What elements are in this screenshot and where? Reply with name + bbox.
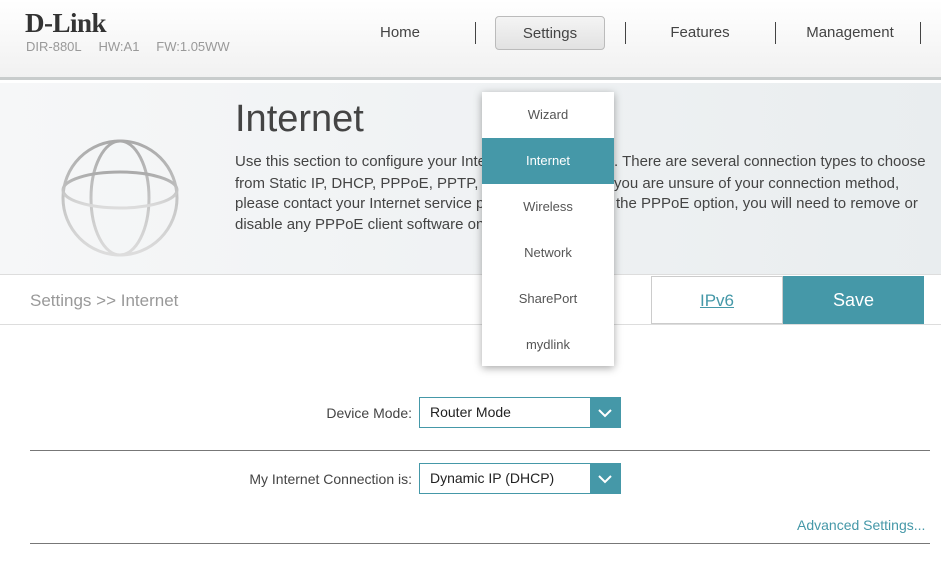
nav-features[interactable]: Features [650, 16, 750, 50]
divider [30, 450, 930, 451]
page-title: Internet [235, 98, 364, 140]
description-text: Use this section to configure your Inter [235, 153, 491, 170]
globe-icon [61, 139, 179, 257]
ipv6-link[interactable]: IPv6 [651, 276, 783, 324]
device-mode-label: Device Mode: [326, 405, 412, 421]
nav-home[interactable]: Home [350, 16, 450, 50]
nav-settings[interactable]: Settings [495, 16, 605, 50]
device-mode-value: Router Mode [430, 404, 511, 420]
description-text: the PPPoE option, you will need to remov… [616, 195, 918, 212]
description-text: . There are several connection types to … [614, 153, 926, 170]
connection-label: My Internet Connection is: [249, 471, 412, 487]
chevron-down-icon[interactable] [590, 398, 620, 427]
menu-item-internet[interactable]: Internet [482, 138, 614, 184]
save-button[interactable]: Save [783, 276, 924, 324]
settings-dropdown-menu: Wizard Internet Wireless Network SharePo… [482, 92, 614, 366]
chevron-down-icon[interactable] [590, 464, 620, 493]
description-text: please contact your Internet service pr [235, 195, 490, 212]
fw-version: FW:1.05WW [156, 39, 230, 54]
nav-divider [775, 22, 776, 44]
advanced-settings-link[interactable]: Advanced Settings... [797, 517, 925, 533]
menu-item-wireless[interactable]: Wireless [482, 184, 614, 230]
model: DIR-880L [26, 39, 82, 54]
hw-version: HW:A1 [98, 39, 140, 54]
nav-management[interactable]: Management [790, 16, 910, 50]
header: D-Link DIR-880L HW:A1 FW:1.05WW Home Set… [0, 0, 941, 80]
description-text: from Static IP, DHCP, PPPoE, PPTP, L [235, 175, 491, 192]
connection-type-value: Dynamic IP (DHCP) [430, 470, 555, 486]
breadcrumb: Settings >> Internet [30, 291, 179, 310]
nav-divider [625, 22, 626, 44]
device-mode-select[interactable]: Router Mode [419, 397, 621, 428]
menu-item-wizard[interactable]: Wizard [482, 92, 614, 138]
menu-item-mydlink[interactable]: mydlink [482, 322, 614, 368]
menu-item-network[interactable]: Network [482, 230, 614, 276]
device-info: DIR-880L HW:A1 FW:1.05WW [26, 39, 230, 54]
menu-item-shareport[interactable]: SharePort [482, 276, 614, 322]
connection-type-select[interactable]: Dynamic IP (DHCP) [419, 463, 621, 494]
divider [30, 543, 930, 544]
nav-divider [920, 22, 921, 44]
description-text: you are unsure of your connection method… [614, 175, 900, 192]
description-text: disable any PPPoE client software on [235, 216, 485, 233]
dlink-logo: D-Link [25, 8, 107, 38]
nav-divider [475, 22, 476, 44]
